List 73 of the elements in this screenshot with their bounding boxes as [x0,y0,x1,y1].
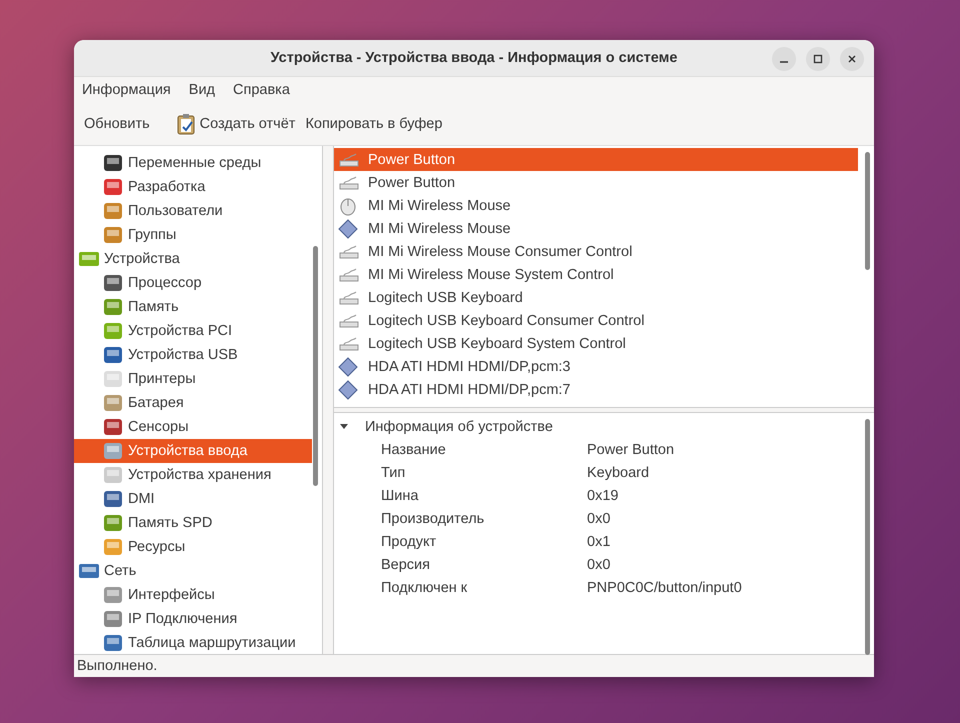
property-value: Power Button [587,442,674,458]
property-value: PNP0C0C/button/input0 [587,580,742,596]
device-row[interactable]: Logitech USB Keyboard System Control [334,332,858,355]
property-value: Keyboard [587,464,650,480]
device-row[interactable]: HDA ATI HDMI HDMI/DP,pcm:3 [334,355,858,378]
sidebar-item[interactable]: Устройства USB [74,343,312,367]
scrollbar[interactable] [865,152,870,270]
sidebar-item[interactable]: Память SPD [74,511,312,535]
minimize-button[interactable] [772,47,796,71]
property-value: 0x0 [587,556,610,572]
keyboard-icon [338,152,360,168]
device-row[interactable]: Power Button [334,171,858,194]
toolbar-button[interactable]: Копировать в буфер [299,112,448,136]
sidebar-item[interactable]: Сенсоры [74,415,312,439]
keyboard-icon [338,290,360,306]
keyboard-icon [338,312,360,328]
menu-item[interactable]: Справка [233,82,290,98]
device-row[interactable]: MI Mi Wireless Mouse Consumer Control [334,240,858,263]
section-heading: Информация об устройстве [365,418,553,434]
sidebar-item[interactable]: Пользователи [74,199,312,223]
keyboard-icon [338,244,360,260]
keyboard-icon [338,336,360,352]
sidebar-item[interactable]: Таблица маршрутизации [74,631,312,654]
property-value: 0x0 [587,510,610,526]
sidebar-item[interactable]: IP Подключения [74,607,312,631]
property-label: Версия [381,556,432,572]
scrollbar[interactable] [865,419,870,655]
minimize-icon [780,61,788,63]
sidebar-item[interactable]: Интерфейсы [74,583,312,607]
property-label: Продукт [381,534,438,550]
close-button[interactable] [840,47,864,71]
property-label: Название [381,442,447,458]
sidebar-item[interactable]: Ресурсы [74,535,312,559]
device-row[interactable]: Logitech USB Keyboard [334,286,858,309]
property-value: 0x1 [587,534,610,550]
menu-item[interactable]: Информация [82,82,171,98]
sidebar-item[interactable]: Устройства [74,247,312,271]
device-row[interactable]: MI Mi Wireless Mouse System Control [334,263,858,286]
device-row[interactable]: Power Button [334,148,858,171]
maximize-icon [813,54,823,64]
device-row[interactable]: HDA ATI HDMI HDMI/DP,pcm:7 [334,378,858,401]
maximize-button[interactable] [806,47,830,71]
sidebar-item[interactable]: Принтеры [74,367,312,391]
sidebar-item[interactable]: Устройства PCI [74,319,312,343]
property-label: Тип [381,464,406,480]
device-row[interactable]: Logitech USB Keyboard Consumer Control [334,309,858,332]
device-row[interactable]: MI Mi Wireless Mouse [334,194,858,217]
sidebar-item[interactable]: Разработка [74,175,312,199]
property-value: 0x19 [587,488,618,504]
scrollbar[interactable] [313,246,318,486]
keyboard-icon [338,174,360,190]
toolbar-button[interactable]: Обновить [78,112,156,136]
sidebar-item[interactable]: Устройства хранения [74,463,312,487]
close-icon [847,54,857,64]
sidebar-item[interactable]: Память [74,295,312,319]
menu-item[interactable]: Вид [188,82,216,98]
keyboard-icon [338,266,360,282]
property-label: Подключен к [381,580,468,596]
clipboard-icon [176,113,196,135]
sidebar-item[interactable]: Группы [74,223,312,247]
window-title: Устройства - Устройства ввода - Информация о системе [270,50,678,66]
property-label: Производитель [381,510,486,526]
device-row[interactable]: MI Mi Wireless Mouse [334,217,858,240]
sidebar-item[interactable]: Переменные среды [74,151,312,175]
expander-arrow-icon[interactable] [339,422,349,430]
sidebar-item[interactable]: Батарея [74,391,312,415]
sidebar-item[interactable]: Сеть [74,559,312,583]
sidebar-item[interactable]: Устройства ввода [74,439,312,463]
toolbar-button[interactable]: Создать отчёт [170,109,302,139]
status-text: Выполнено. [77,658,158,674]
property-label: Шина [381,488,420,504]
sidebar-item[interactable]: DMI [74,487,312,511]
sidebar-item[interactable]: Процессор [74,271,312,295]
